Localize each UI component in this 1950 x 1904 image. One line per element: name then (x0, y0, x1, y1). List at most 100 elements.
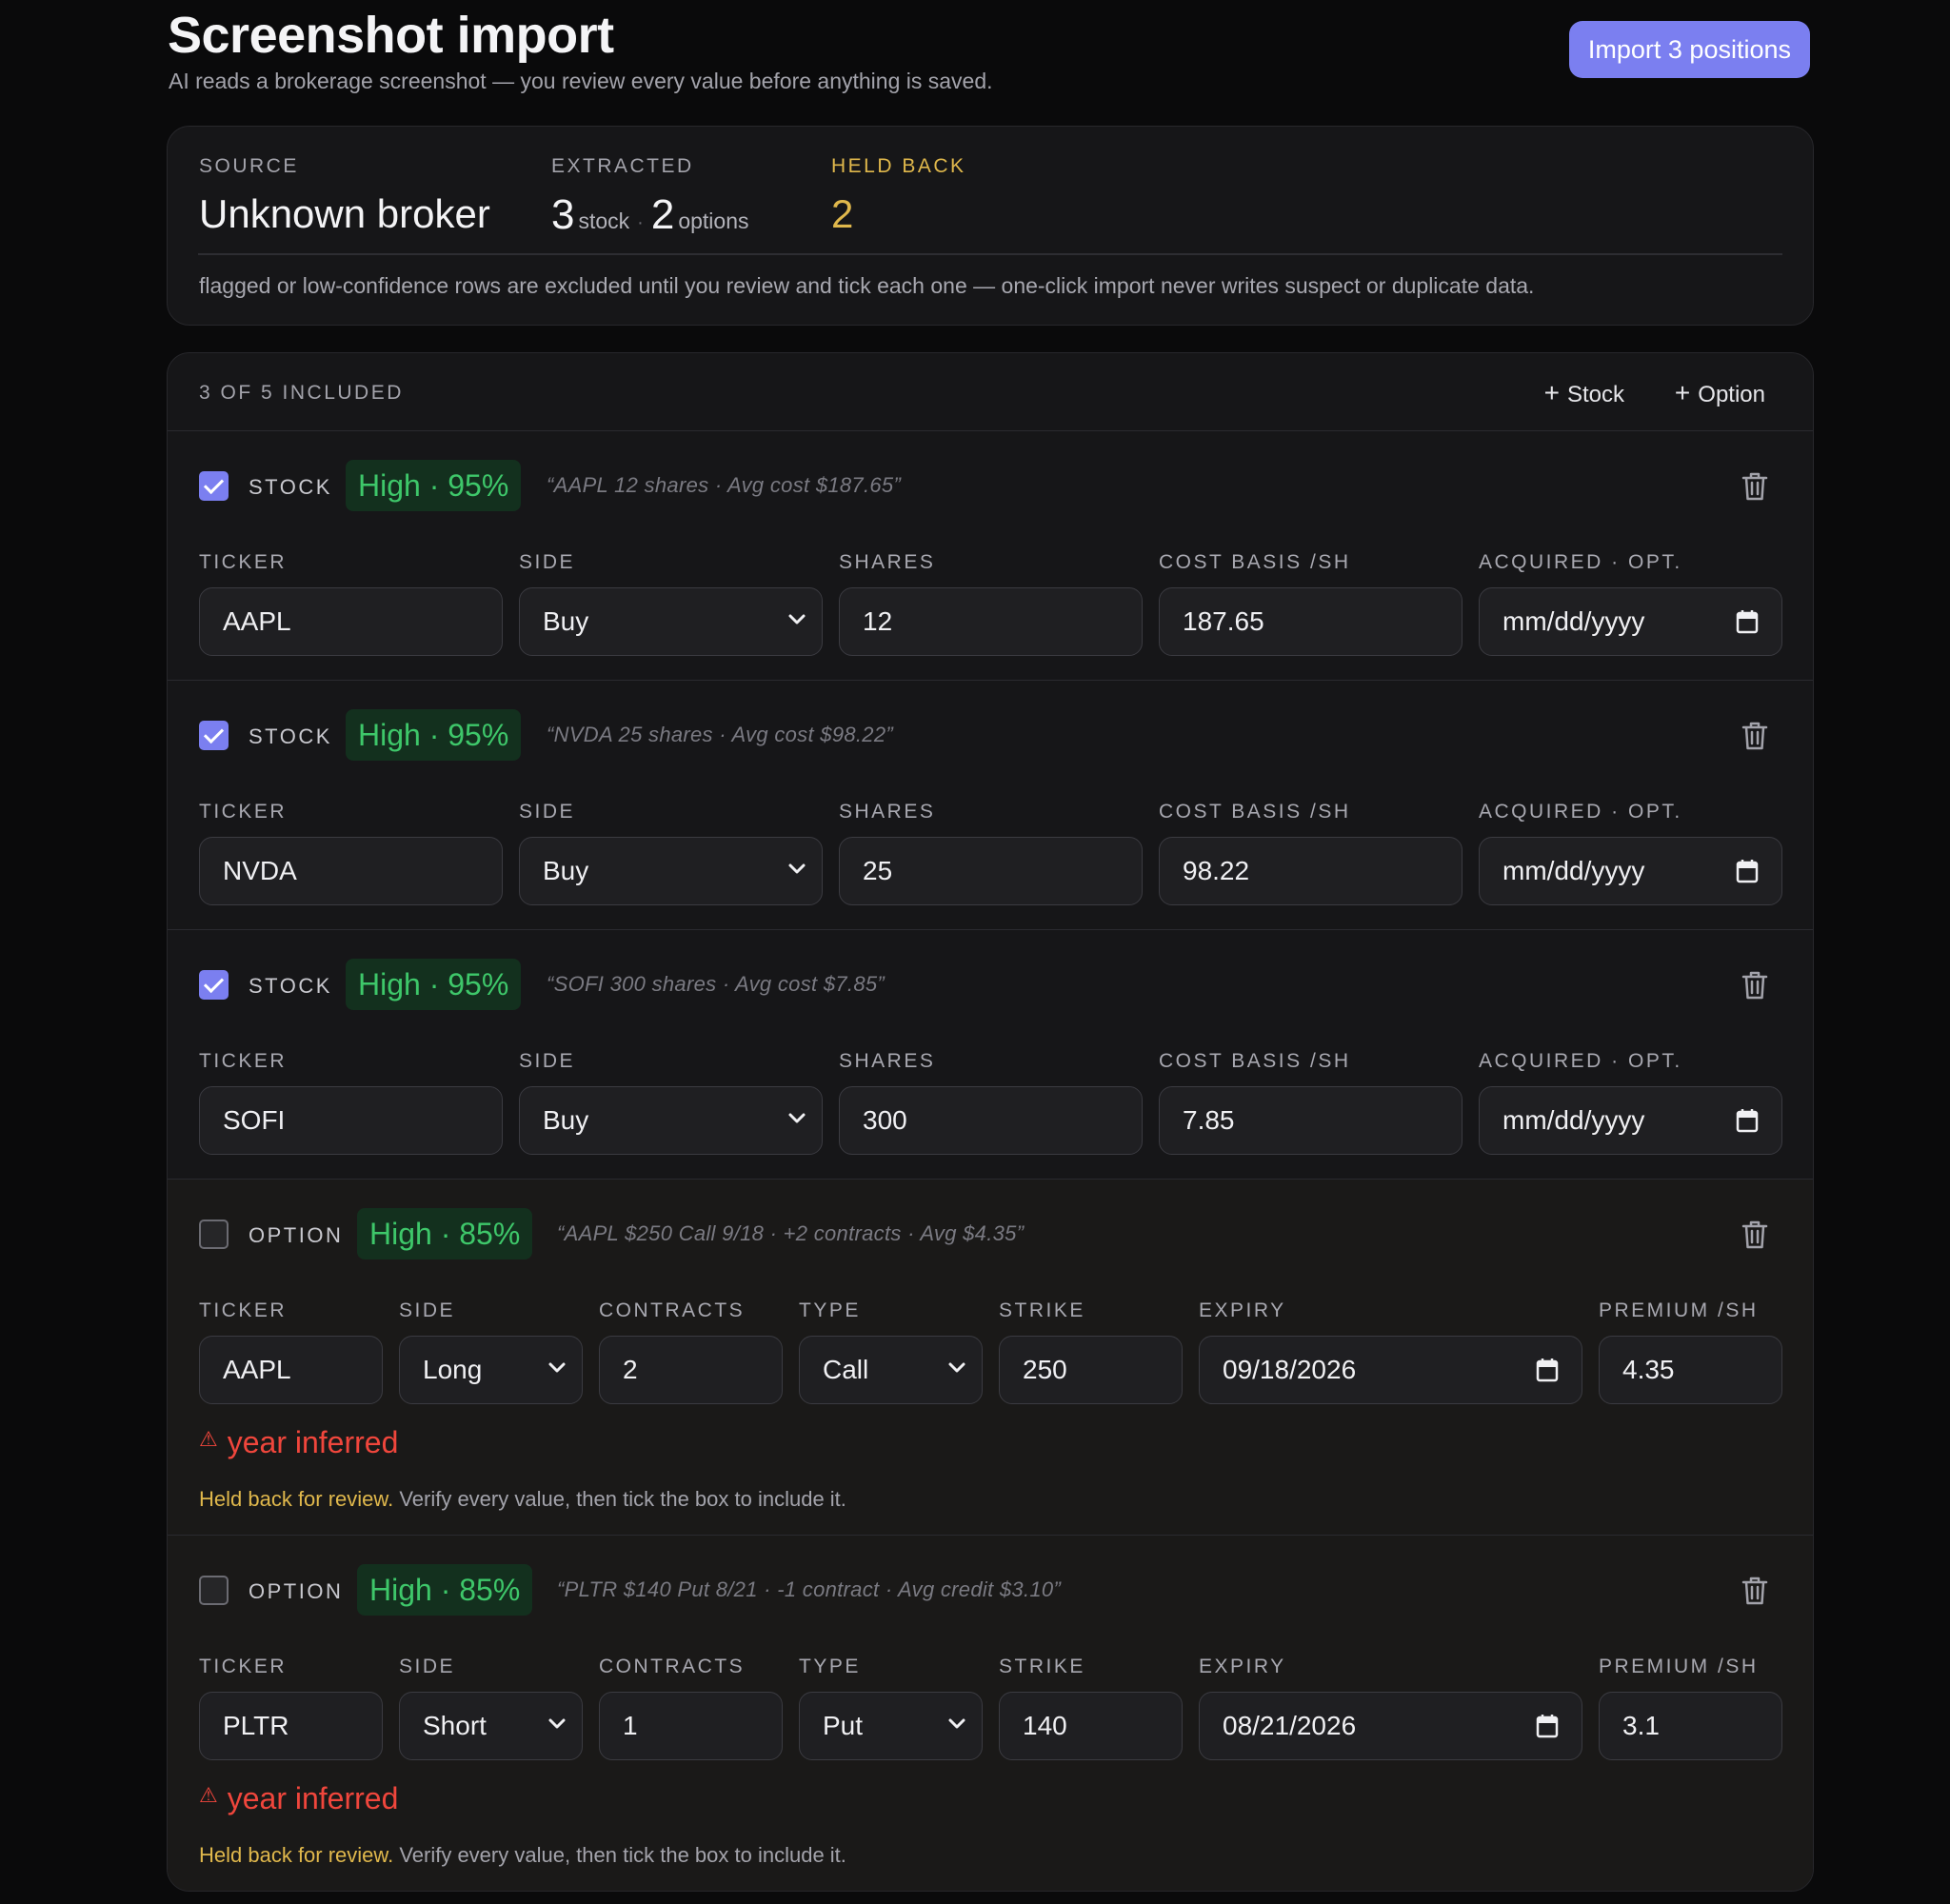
ticker-input[interactable]: AAPL (199, 1336, 383, 1404)
warning-text: year inferred (227, 1781, 399, 1815)
acquired-date-input[interactable]: mm/dd/yyyy (1479, 837, 1782, 905)
shares-value: 25 (863, 856, 893, 885)
type-select[interactable]: Put (799, 1692, 983, 1760)
stock-position-row: STOCK High · 95% “SOFI 300 shares · Avg co… (168, 930, 1813, 1180)
side-select[interactable]: Buy (519, 587, 823, 656)
acquired-date-input[interactable]: mm/dd/yyyy (1479, 587, 1782, 656)
ticker-input[interactable]: PLTR (199, 1692, 383, 1760)
cost-input[interactable]: 98.22 (1159, 837, 1462, 905)
position-kind: OPTION (249, 1579, 344, 1603)
chevron-down-icon (948, 1718, 965, 1729)
ticker-value: AAPL (223, 606, 291, 636)
ticker-label: TICKER (199, 1299, 288, 1321)
warning-triangle-icon: ⚠ (199, 1783, 218, 1807)
acquired-value: mm/dd/yyyy (1502, 1105, 1645, 1135)
option-position-row: OPTION High · 85% “AAPL $250 Call 9/18 · +… (168, 1180, 1813, 1536)
include-checkbox[interactable] (199, 1220, 229, 1249)
side-select[interactable]: Long (399, 1336, 583, 1404)
extracted-value: 3 stock · 2 options (551, 191, 749, 239)
held-back-strong: Held back for review. (199, 1843, 394, 1867)
contracts-input[interactable]: 2 (599, 1336, 783, 1404)
strike-input[interactable]: 250 (999, 1336, 1183, 1404)
held-back-instructions: Verify every value, then tick the box to… (393, 1487, 846, 1511)
summary-divider (198, 253, 1782, 255)
source-quote: “NVDA 25 shares · Avg cost $98.22” (547, 723, 893, 746)
include-checkbox[interactable] (199, 1576, 229, 1605)
stock-position-row: STOCK High · 95% “NVDA 25 shares · Avg cos… (168, 681, 1813, 930)
ticker-label: TICKER (199, 551, 288, 573)
add-stock-button[interactable]: + Stock (1544, 374, 1624, 412)
expiry-date-input[interactable]: 09/18/2026 (1199, 1336, 1582, 1404)
list-header: 3 OF 5 INCLUDED + Stock + Option (168, 353, 1813, 431)
plus-icon: + (1674, 378, 1691, 407)
import-positions-button[interactable]: Import 3 positions (1568, 21, 1810, 78)
position-kind: STOCK (249, 724, 332, 748)
premium-input[interactable]: 4.35 (1599, 1336, 1782, 1404)
shares-input[interactable]: 25 (839, 837, 1143, 905)
add-option-button[interactable]: + Option (1675, 374, 1765, 412)
include-checkbox[interactable] (199, 721, 229, 750)
include-checkbox[interactable] (199, 471, 229, 501)
side-select[interactable]: Buy (519, 837, 823, 905)
position-kind: STOCK (249, 974, 332, 998)
side-value: Long (423, 1355, 483, 1384)
shares-value: 12 (863, 606, 893, 636)
ticker-input[interactable]: SOFI (199, 1086, 503, 1155)
trash-icon[interactable] (1741, 1576, 1769, 1606)
cost-value: 98.22 (1183, 856, 1250, 885)
chevron-down-icon (788, 1113, 806, 1123)
expiry-date-input[interactable]: 08/21/2026 (1199, 1692, 1582, 1760)
ticker-input[interactable]: NVDA (199, 837, 503, 905)
cost-value: 7.85 (1183, 1105, 1235, 1135)
trash-icon[interactable] (1741, 1220, 1769, 1250)
contracts-input[interactable]: 1 (599, 1692, 783, 1760)
calendar-icon[interactable] (1736, 859, 1759, 883)
cost-input[interactable]: 187.65 (1159, 587, 1462, 656)
type-value: Call (823, 1355, 869, 1384)
premium-label: PREMIUM /SH (1599, 1656, 1759, 1677)
page-title: Screenshot import (168, 7, 614, 64)
acquired-label: ACQUIRED · OPT. (1479, 801, 1682, 823)
calendar-icon[interactable] (1536, 1714, 1559, 1738)
trash-icon[interactable] (1741, 970, 1769, 1001)
shares-input[interactable]: 12 (839, 587, 1143, 656)
cost-label: COST BASIS /SH (1159, 551, 1351, 573)
ticker-value: AAPL (223, 1355, 291, 1384)
side-value: Buy (543, 606, 589, 636)
side-label: SIDE (399, 1299, 456, 1321)
field-warning: ⚠ year inferred (199, 1781, 398, 1816)
confidence-badge: High · 85% (357, 1208, 533, 1259)
premium-input[interactable]: 3.1 (1599, 1692, 1782, 1760)
side-select[interactable]: Buy (519, 1086, 823, 1155)
calendar-icon[interactable] (1736, 1108, 1759, 1133)
page-header: Screenshot import AI reads a brokerage s… (167, 0, 1814, 126)
strike-input[interactable]: 140 (999, 1692, 1183, 1760)
type-select[interactable]: Call (799, 1336, 983, 1404)
calendar-icon[interactable] (1536, 1358, 1559, 1382)
side-label: SIDE (519, 551, 576, 573)
cost-value: 187.65 (1183, 606, 1264, 636)
side-select[interactable]: Short (399, 1692, 583, 1760)
ticker-value: SOFI (223, 1105, 286, 1135)
ticker-value: NVDA (223, 856, 297, 885)
trash-icon[interactable] (1741, 721, 1769, 751)
acquired-date-input[interactable]: mm/dd/yyyy (1479, 1086, 1782, 1155)
plus-icon: + (1543, 378, 1560, 407)
source-value: Unknown broker (199, 191, 490, 236)
option-count: 2 (650, 191, 675, 238)
add-option-label: Option (1698, 382, 1765, 407)
type-label: TYPE (799, 1656, 861, 1677)
type-value: Put (823, 1711, 864, 1740)
shares-input[interactable]: 300 (839, 1086, 1143, 1155)
acquired-label: ACQUIRED · OPT. (1479, 1050, 1682, 1072)
ticker-input[interactable]: AAPL (199, 587, 503, 656)
option-position-row: OPTION High · 85% “PLTR $140 Put 8/21 · -1… (168, 1536, 1813, 1891)
position-kind: STOCK (249, 475, 332, 499)
calendar-icon[interactable] (1736, 609, 1759, 634)
cost-input[interactable]: 7.85 (1159, 1086, 1462, 1155)
include-checkbox[interactable] (199, 970, 229, 1000)
ticker-label: TICKER (199, 1050, 288, 1072)
ticker-label: TICKER (199, 1656, 288, 1677)
included-count: 3 OF 5 INCLUDED (199, 382, 404, 404)
trash-icon[interactable] (1741, 471, 1769, 502)
